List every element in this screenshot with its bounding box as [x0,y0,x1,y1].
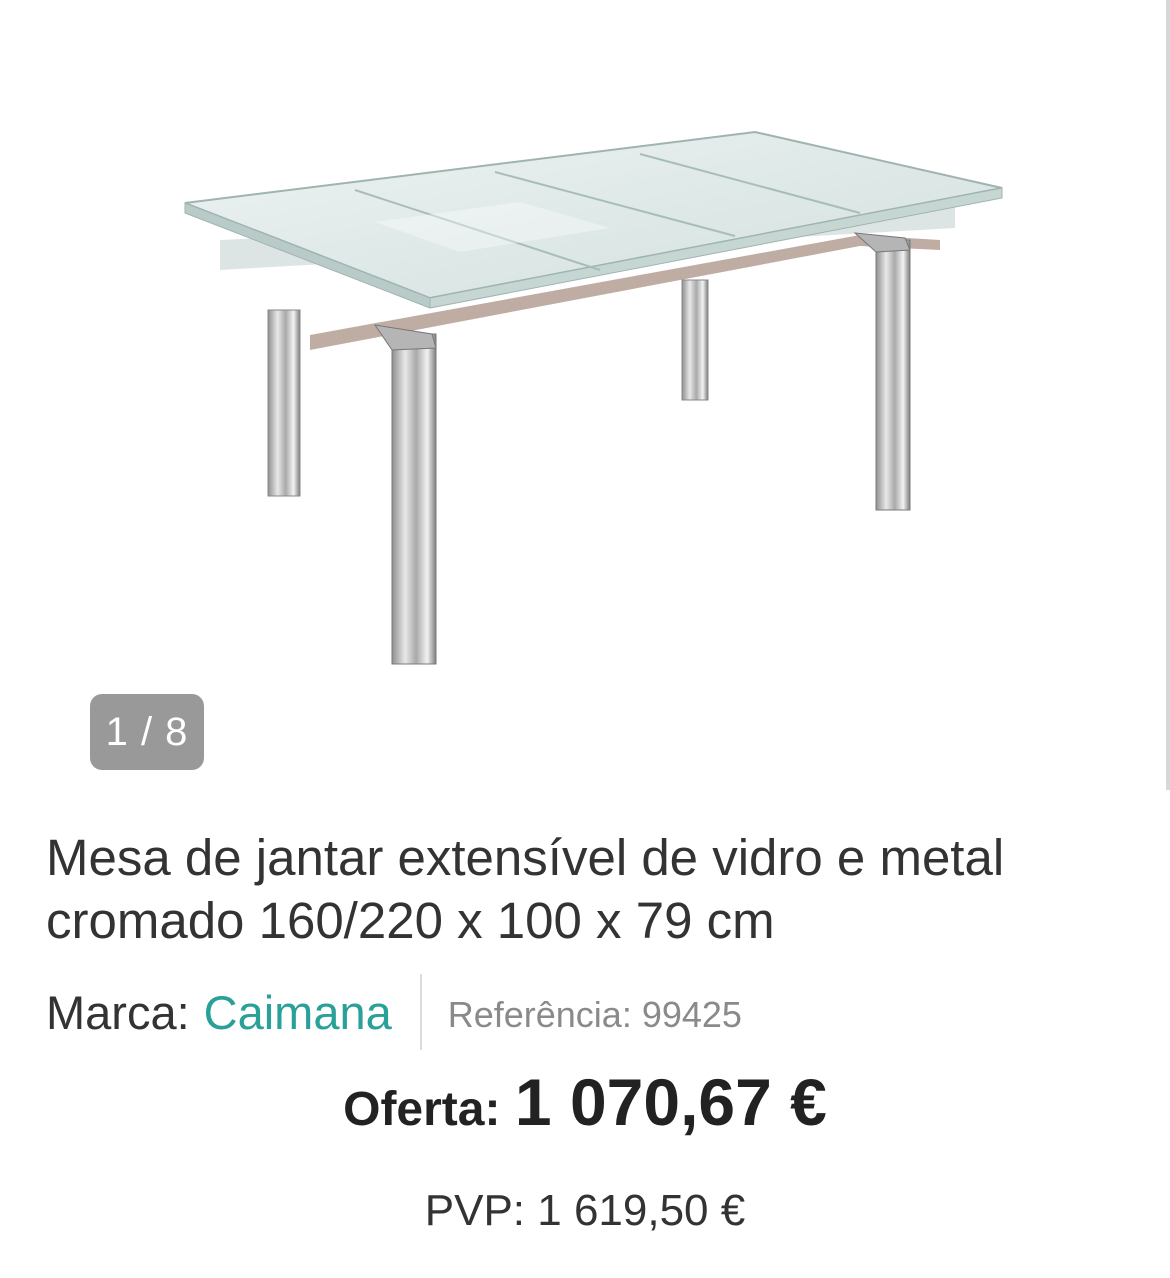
divider [419,974,422,1050]
product-image[interactable] [160,110,1020,690]
product-title: Mesa de jantar extensível de vidro e met… [46,829,1005,949]
pvp-price: PVP: 1 619,50 € [424,1186,746,1235]
image-counter-badge: 1 / 8 [90,694,204,770]
product-reference: Referência: 99425 [447,994,742,1035]
gallery-edge [1166,0,1170,790]
brand-label: Marca: [46,985,190,1039]
offer-label: Oferta: [343,1083,501,1136]
brand-reference-row: Marca: Caimana Referência: 99425 [46,974,742,1050]
offer-price-row: Oferta: 1 070,67 € [0,1064,1170,1140]
product-gallery[interactable]: 1 / 8 [0,0,1170,800]
product-page: 1 / 8 Mesa de jantar extensível de vidro… [0,0,1170,1278]
brand-link[interactable]: Caimana [204,985,392,1040]
offer-price: 1 070,67 € [514,1065,827,1139]
